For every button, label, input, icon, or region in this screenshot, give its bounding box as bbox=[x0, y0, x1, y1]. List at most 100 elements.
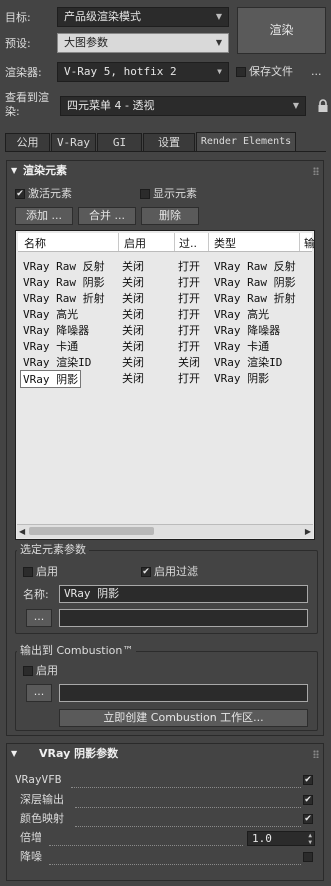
enable-filter-checkbox[interactable]: ✔ bbox=[141, 567, 151, 577]
element-path-input[interactable] bbox=[59, 609, 308, 627]
denoise-row: 降噪 bbox=[15, 850, 315, 865]
row-filter: 打开 bbox=[178, 324, 200, 337]
deep-output-row: 深层输出 ✔ bbox=[15, 793, 315, 808]
display-elements-checkbox[interactable] bbox=[140, 189, 150, 199]
render-elements-title: 渲染元素 bbox=[23, 164, 67, 177]
view-label-line1: 查看到渲 bbox=[5, 91, 49, 104]
row-enabled: 关闭 bbox=[122, 260, 144, 273]
row-name: VRay 高光 bbox=[23, 308, 79, 321]
chevron-down-icon: ▼ bbox=[215, 38, 222, 47]
view-dropdown[interactable]: 四元菜单 4 - 透视 ▼ bbox=[60, 96, 306, 116]
list-row-selected[interactable]: VRay 阴影 关闭 打开 VRay 阴影 bbox=[18, 369, 312, 388]
spinner-arrows-icon[interactable]: ▲ ▼ bbox=[308, 832, 312, 846]
row-name: VRay 阴影 bbox=[20, 370, 82, 388]
row-filter: 关闭 bbox=[178, 356, 200, 369]
target-dropdown[interactable]: 产品级渲染模式 ▼ bbox=[57, 7, 229, 27]
chevron-down-icon: ▼ bbox=[217, 67, 222, 76]
save-file-checkbox[interactable] bbox=[236, 67, 246, 77]
deep-output-label: 深层输出 bbox=[20, 793, 64, 806]
list-row[interactable]: VRay 渲染ID 关闭 关闭 VRay 渲染ID bbox=[18, 353, 312, 369]
list-row[interactable]: VRay Raw 折射 关闭 打开 VRay Raw 折射 bbox=[18, 289, 312, 305]
multiplier-label: 倍增 bbox=[20, 831, 42, 844]
tab-gi[interactable]: GI bbox=[97, 133, 142, 151]
render-button[interactable]: 渲染 bbox=[237, 7, 326, 54]
preset-value: 大图参数 bbox=[64, 36, 108, 49]
preset-dropdown[interactable]: 大图参数 ▼ bbox=[57, 33, 229, 53]
list-row[interactable]: VRay 高光 关闭 打开 VRay 高光 bbox=[18, 305, 312, 321]
row-name: VRay Raw 阴影 bbox=[23, 276, 105, 289]
row-enabled: 关闭 bbox=[122, 324, 144, 337]
column-enabled[interactable]: 启用 bbox=[124, 235, 146, 251]
element-enable-checkbox[interactable] bbox=[23, 567, 33, 577]
element-name-input[interactable]: VRay 阴影 bbox=[59, 585, 308, 603]
target-label: 目标: bbox=[5, 11, 31, 24]
color-mapping-checkbox[interactable]: ✔ bbox=[303, 814, 313, 824]
row-filter: 打开 bbox=[178, 372, 200, 385]
row-type: VRay 渲染ID bbox=[214, 356, 283, 369]
row-filter: 打开 bbox=[178, 308, 200, 321]
renderer-value: V-Ray 5, hotfix 2 bbox=[64, 65, 177, 78]
vfb-label: VRayVFB bbox=[15, 773, 62, 786]
tab-render-elements[interactable]: Render Elements bbox=[196, 132, 296, 151]
lock-icon[interactable] bbox=[316, 98, 330, 114]
row-enabled: 关闭 bbox=[122, 276, 144, 289]
row-type: VRay 高光 bbox=[214, 308, 270, 321]
multiplier-value: 1.0 bbox=[252, 832, 272, 845]
scroll-right-icon[interactable]: ▶ bbox=[305, 525, 311, 538]
denoise-checkbox[interactable] bbox=[303, 852, 313, 862]
tab-settings[interactable]: 设置 bbox=[143, 133, 195, 151]
column-type[interactable]: 类型 bbox=[214, 235, 236, 251]
column-output[interactable]: 输 bbox=[304, 235, 314, 251]
activate-elements-checkbox[interactable]: ✔ bbox=[15, 189, 25, 199]
display-elements-label: 显示元素 bbox=[153, 187, 197, 200]
tab-vray[interactable]: V-Ray bbox=[51, 133, 96, 151]
elements-list[interactable]: 名称 启用 过.. 类型 输 VRay Raw 反射 关闭 打开 VRay Ra… bbox=[15, 230, 315, 540]
combustion-browse-button[interactable]: ... bbox=[26, 684, 52, 702]
drag-grip-icon bbox=[313, 750, 319, 758]
multiplier-row: 倍增 1.0 ▲ ▼ bbox=[15, 831, 315, 846]
render-elements-header[interactable]: ▼ 渲染元素 bbox=[7, 162, 323, 180]
list-row[interactable]: VRay 卡通 关闭 打开 VRay 卡通 bbox=[18, 337, 312, 353]
shadow-params-header[interactable]: ▼ VRay 阴影参数 bbox=[7, 745, 323, 763]
list-row[interactable]: VRay 降噪器 关闭 打开 VRay 降噪器 bbox=[18, 321, 312, 337]
multiplier-spinner[interactable]: 1.0 ▲ ▼ bbox=[247, 831, 315, 846]
delete-element-button[interactable]: 删除 bbox=[141, 207, 199, 225]
column-name[interactable]: 名称 bbox=[24, 235, 46, 251]
row-type: VRay 卡通 bbox=[214, 340, 270, 353]
combustion-enable-checkbox[interactable] bbox=[23, 666, 33, 676]
row-enabled: 关闭 bbox=[122, 372, 144, 385]
row-name: VRay 渲染ID bbox=[23, 356, 92, 369]
collapse-arrow-icon: ▼ bbox=[11, 166, 18, 175]
row-filter: 打开 bbox=[178, 340, 200, 353]
column-filter[interactable]: 过.. bbox=[179, 235, 197, 251]
row-filter: 打开 bbox=[178, 260, 200, 273]
row-filter: 打开 bbox=[178, 292, 200, 305]
add-element-button[interactable]: 添加 ... bbox=[15, 207, 73, 225]
combustion-title: 输出到 Combustion™ bbox=[17, 644, 137, 657]
collapse-arrow-icon: ▼ bbox=[11, 749, 18, 758]
create-combustion-workspace-button[interactable]: 立即创建 Combustion 工作区... bbox=[59, 709, 308, 727]
merge-element-button[interactable]: 合并 ... bbox=[78, 207, 136, 225]
horizontal-scrollbar[interactable]: ◀ ▶ bbox=[17, 524, 313, 538]
renderer-dropdown[interactable]: V-Ray 5, hotfix 2 ▼ bbox=[57, 62, 229, 82]
list-row[interactable]: VRay Raw 阴影 关闭 打开 VRay Raw 阴影 bbox=[18, 273, 312, 289]
chevron-down-icon: ▼ bbox=[215, 12, 222, 21]
renderer-label: 渲染器: bbox=[5, 66, 42, 79]
vfb-checkbox[interactable]: ✔ bbox=[303, 775, 313, 785]
deep-output-checkbox[interactable]: ✔ bbox=[303, 795, 313, 805]
row-type: VRay 阴影 bbox=[214, 372, 270, 385]
save-file-browse-button[interactable]: ... bbox=[311, 65, 322, 79]
tab-common[interactable]: 公用 bbox=[5, 133, 50, 151]
selected-element-params-title: 选定元素参数 bbox=[17, 543, 89, 556]
row-enabled: 关闭 bbox=[122, 292, 144, 305]
view-label-line2: 染: bbox=[5, 105, 20, 118]
list-row[interactable]: VRay Raw 反射 关闭 打开 VRay Raw 反射 bbox=[18, 257, 312, 273]
target-value: 产品级渲染模式 bbox=[64, 10, 141, 23]
scroll-left-icon[interactable]: ◀ bbox=[19, 525, 25, 538]
element-path-browse-button[interactable]: ... bbox=[26, 609, 52, 627]
combustion-enable-label: 启用 bbox=[36, 664, 58, 677]
enable-filter-label: 启用过滤 bbox=[154, 565, 198, 578]
scrollbar-thumb[interactable] bbox=[29, 527, 154, 535]
combustion-path-input[interactable] bbox=[59, 684, 308, 702]
row-name: VRay 降噪器 bbox=[23, 324, 90, 337]
